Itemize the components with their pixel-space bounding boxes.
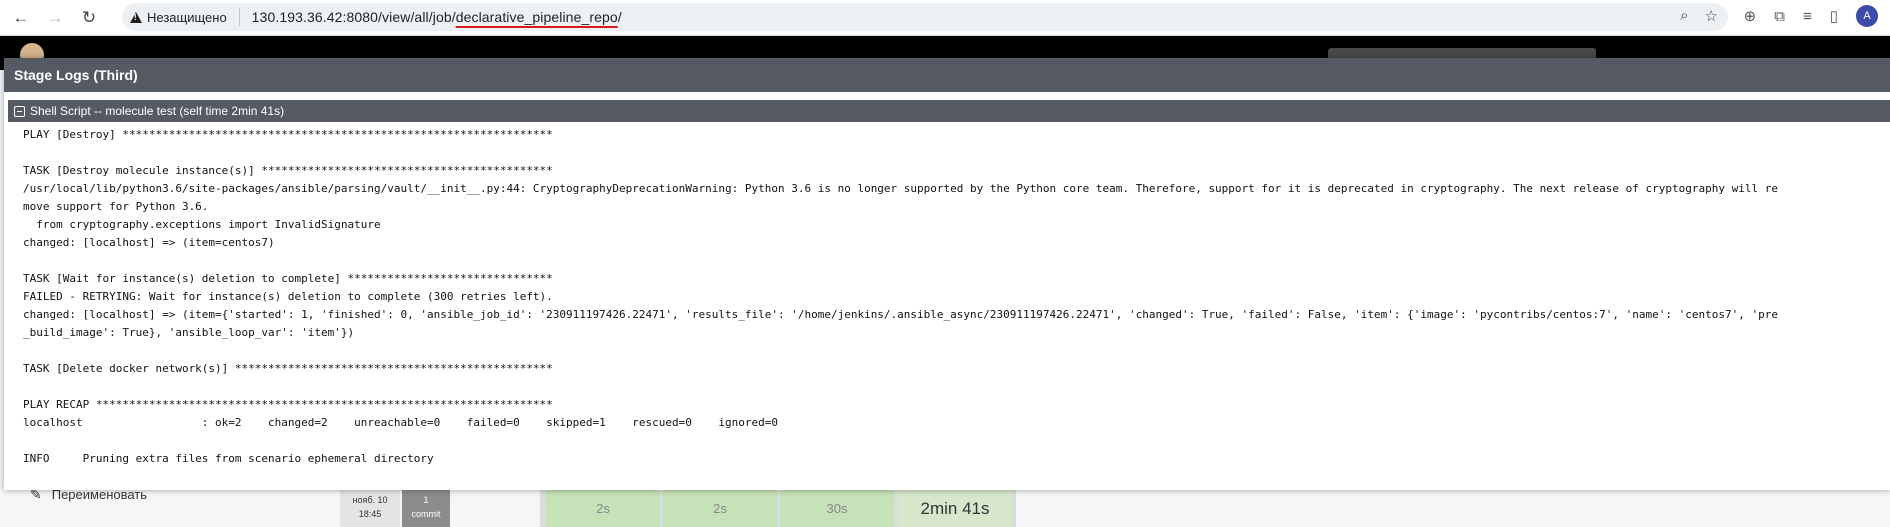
- stage-cell-4[interactable]: 2min 41s: [898, 490, 1012, 527]
- build-date-cell[interactable]: нояб. 10 18:45: [340, 490, 400, 527]
- collapse-icon[interactable]: [14, 105, 25, 117]
- profile-avatar[interactable]: A: [1856, 5, 1878, 27]
- reload-icon[interactable]: ↻: [76, 5, 102, 31]
- build-commit-cell[interactable]: 1 commit: [402, 490, 450, 527]
- log-line: from cryptography.exceptions import Inva…: [23, 218, 381, 231]
- console-log: PLAY [Destroy] *************************…: [23, 126, 1880, 482]
- build-time: 18:45: [358, 509, 382, 519]
- step-title: Shell Script -- molecule test (self time…: [30, 104, 285, 118]
- commit-label: commit: [411, 509, 441, 519]
- stage-cell-3[interactable]: 30s: [780, 490, 894, 527]
- stage-logs-dialog: Stage Logs (Third) Shell Script -- molec…: [4, 58, 1890, 490]
- commit-count: 1: [423, 495, 429, 505]
- security-indicator[interactable]: Незащищено: [130, 10, 227, 25]
- url-path-end: /: [617, 9, 622, 25]
- build-date: нояб. 10: [352, 495, 388, 505]
- extensions-icon[interactable]: ⧉: [1774, 8, 1785, 25]
- log-line: changed: [localhost] => (item=centos7): [23, 236, 275, 249]
- translate-icon[interactable]: ⊕: [1744, 7, 1757, 25]
- bookmark-star-icon[interactable]: ☆: [1705, 7, 1718, 25]
- stage-cell-1[interactable]: 2s: [546, 490, 660, 527]
- side-panel-icon[interactable]: ▯: [1830, 7, 1838, 25]
- log-line: move support for Python 3.6.: [23, 200, 209, 213]
- log-line: changed: [localhost] => (item={'started'…: [23, 308, 1778, 321]
- address-bar[interactable]: Незащищено 130.193.36.42:8080/view/all/j…: [122, 3, 1728, 31]
- browser-toolbar: ← → ↻ Незащищено 130.193.36.42:8080/view…: [0, 0, 1890, 36]
- zoom-icon[interactable]: ⌕: [1680, 7, 1688, 25]
- log-line: /usr/local/lib/python3.6/site-packages/a…: [23, 182, 1778, 195]
- log-line: TASK [Wait for instance(s) deletion to c…: [23, 272, 553, 285]
- url-text[interactable]: 130.193.36.42:8080/view/all/job/declarat…: [252, 9, 622, 25]
- media-queue-icon[interactable]: ≡: [1803, 8, 1812, 25]
- forward-icon[interactable]: →: [42, 5, 68, 31]
- log-line: TASK [Delete docker network(s)] ********…: [23, 362, 553, 375]
- url-highlighted-segment: declarative_pipeline_repo: [455, 9, 618, 25]
- log-line: localhost : ok=2 changed=2 unreachable=0…: [23, 416, 778, 429]
- url-path-start: /view/all/job/: [378, 9, 456, 25]
- back-icon[interactable]: ←: [8, 5, 34, 31]
- log-line: FAILED - RETRYING: Wait for instance(s) …: [23, 290, 553, 303]
- step-header-shell-script[interactable]: Shell Script -- molecule test (self time…: [8, 100, 1890, 122]
- log-line: _build_image': True}, 'ansible_loop_var'…: [23, 326, 355, 339]
- log-line: INFO Pruning extra files from scenario e…: [23, 452, 434, 465]
- warning-icon: [130, 11, 142, 23]
- stage-cell-2[interactable]: 2s: [663, 490, 777, 527]
- address-separator: [238, 8, 240, 26]
- security-label: Незащищено: [147, 9, 227, 25]
- url-host: 130.193.36.42:8080: [251, 9, 379, 25]
- log-line: TASK [Destroy molecule instance(s)] ****…: [23, 164, 553, 177]
- log-line: PLAY RECAP *****************************…: [23, 398, 553, 411]
- log-line: PLAY [Destroy] *************************…: [23, 128, 553, 141]
- dialog-title: Stage Logs (Third): [4, 58, 1890, 92]
